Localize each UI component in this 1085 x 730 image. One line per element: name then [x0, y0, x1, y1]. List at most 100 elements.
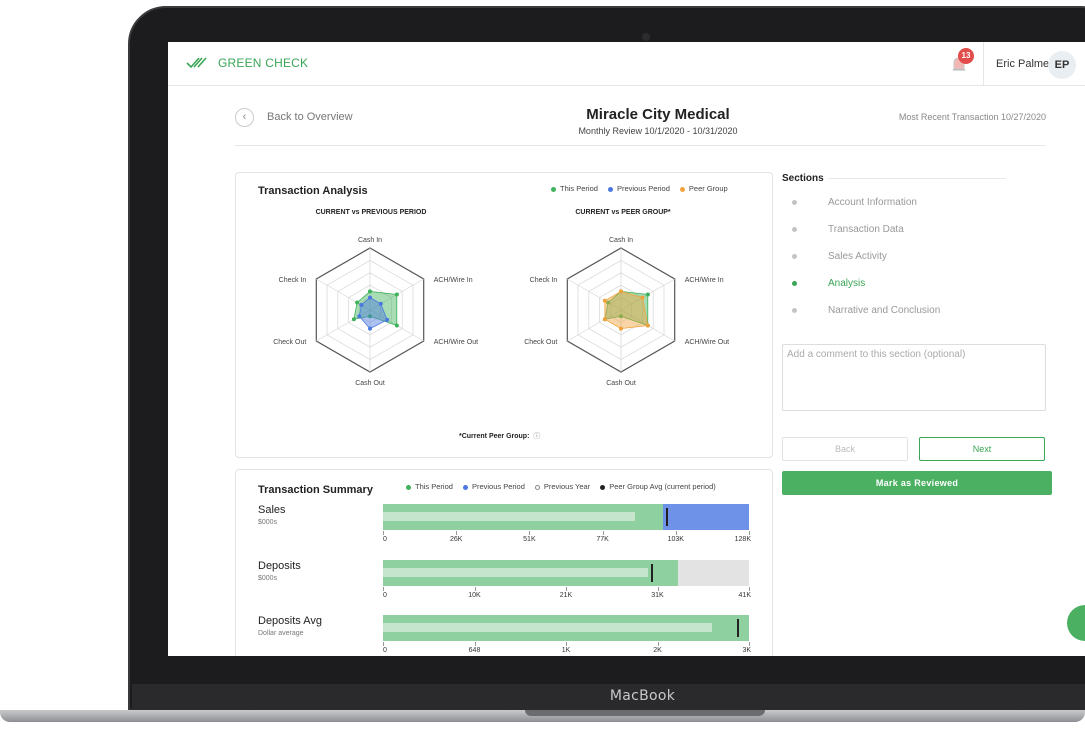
tick-mark: [566, 587, 567, 591]
radar-axis-label: ACH/Wire In: [434, 277, 473, 284]
app-screen: GREEN CHECK 13 Eric Palmer EP ‹ Back to …: [168, 42, 1085, 656]
summary-title: Transaction Summary: [258, 484, 373, 496]
avatar[interactable]: EP: [1048, 51, 1076, 79]
summary-row-unit: Dollar average: [258, 630, 304, 637]
section-label: Narrative and Conclusion: [828, 305, 941, 316]
chat-fab-button[interactable]: [1067, 605, 1085, 641]
sections-divider: [828, 178, 1006, 179]
radar-point: [640, 295, 645, 300]
peer-avg-marker: [666, 508, 669, 526]
sections-title: Sections: [782, 173, 824, 184]
tick-label: 0: [383, 592, 387, 599]
summary-row-title: Deposits: [258, 560, 301, 572]
tick-label: 41K: [738, 592, 751, 599]
legend-label: Previous Year: [543, 482, 591, 491]
app-logo[interactable]: GREEN CHECK: [186, 56, 308, 70]
tick-mark: [383, 642, 384, 646]
radar-point: [355, 300, 360, 305]
header-divider: [235, 145, 1046, 146]
summary-legend: This Period Previous Period Previous Yea…: [406, 482, 716, 491]
tick-label: 0: [383, 536, 387, 543]
device-brand: MacBook: [609, 688, 676, 704]
tick-label: 21K: [559, 592, 573, 599]
tick-mark: [749, 531, 750, 535]
tick-label: 648: [468, 647, 481, 654]
radar-point: [359, 303, 364, 308]
radar-point: [368, 295, 372, 300]
radar-axis-label: Check In: [279, 277, 307, 284]
notification-badge: 13: [958, 48, 974, 64]
legend-label: This Period: [415, 482, 453, 491]
next-button[interactable]: Next: [919, 437, 1045, 461]
radar-point: [394, 292, 399, 297]
tick-mark: [749, 587, 750, 591]
back-chevron-icon[interactable]: ‹: [235, 108, 254, 127]
section-item-transaction-data[interactable]: Transaction Data: [792, 224, 904, 235]
legend-previous-year: Previous Year: [534, 482, 591, 491]
peer-avg-marker: [650, 564, 653, 582]
summary-row-unit: $000s: [258, 519, 278, 526]
tick-label: 2K: [653, 647, 662, 654]
section-label: Transaction Data: [828, 224, 904, 235]
legend-peer-group: Peer Group: [679, 184, 728, 193]
legend-this-period: This Period: [551, 184, 598, 193]
tick-mark: [383, 531, 384, 535]
tick-mark: [566, 642, 567, 646]
radar-point: [351, 317, 356, 322]
radar-point: [602, 298, 607, 303]
radar-chart-peer: Cash In ACH/Wire In ACH/Wire Out Cash Out Ch…: [524, 237, 729, 387]
summary-row-title: Sales: [258, 504, 286, 516]
mark-as-reviewed-button[interactable]: Mark as Reviewed: [782, 471, 1052, 495]
radar-chart-previous: Cash In ACH/Wire In ACH/Wire Out Cash Out Ch…: [273, 237, 478, 387]
peer-group-note: *Current Peer Group: ⓘ: [459, 431, 540, 441]
tick-label: 10K: [468, 592, 481, 599]
back-to-overview-link[interactable]: Back to Overview: [267, 111, 353, 123]
tick-mark: [529, 531, 531, 535]
tick-mark: [602, 531, 604, 535]
inner-band: [383, 512, 636, 521]
radar-point: [645, 292, 650, 297]
chart-title-previous: CURRENT vs PREVIOUS PERIOD: [315, 209, 427, 216]
radar-axis-label: Cash Out: [355, 380, 385, 387]
section-item-sales-activity[interactable]: Sales Activity: [792, 251, 887, 262]
peer-avg-marker: [736, 619, 739, 637]
tick-mark: [456, 531, 458, 535]
comment-field[interactable]: Add a comment to this section (optional): [782, 344, 1046, 411]
back-button[interactable]: Back: [782, 437, 908, 461]
bullet-icon: [792, 308, 797, 313]
tick-label: 26K: [449, 536, 463, 543]
radar-axis-label: Cash Out: [606, 380, 636, 387]
section-item-narrative[interactable]: Narrative and Conclusion: [792, 305, 940, 316]
page-subtitle: Monthly Review 10/1/2020 - 10/31/2020: [578, 126, 738, 136]
tick-mark: [474, 642, 476, 646]
radar-axis-label: Cash In: [358, 237, 382, 244]
legend-previous-period: Previous Period: [462, 482, 525, 491]
page-title: Miracle City Medical: [586, 106, 730, 123]
radar-point: [385, 317, 390, 322]
laptop-notch: [525, 710, 765, 716]
radar-point: [645, 323, 650, 328]
recent-transaction: Most Recent Transaction 10/27/2020: [898, 112, 1046, 122]
green-check-logo-icon: [186, 57, 207, 69]
radar-point: [602, 317, 607, 322]
bullet-icon: [792, 281, 797, 286]
section-label: Analysis: [828, 278, 866, 289]
radar-axis-label: Check Out: [524, 339, 557, 346]
transaction-summary-card: Transaction Summary This Period Previous…: [235, 469, 773, 656]
stage: MacBook GREEN CHECK 13 Eric Palmer EP ‹ …: [0, 0, 1085, 730]
info-icon[interactable]: ⓘ: [533, 433, 540, 440]
tick-label: 128K: [734, 536, 751, 543]
peer-note-text: *Current Peer Group:: [459, 433, 530, 440]
section-item-analysis[interactable]: Analysis: [792, 278, 865, 289]
radar-point: [619, 326, 623, 331]
tick-mark: [657, 587, 659, 591]
section-item-account-information[interactable]: Account Information: [792, 197, 917, 208]
bullet-icon: [792, 254, 797, 259]
logo-text: GREEN CHECK: [218, 56, 309, 70]
user-name[interactable]: Eric Palmer: [996, 58, 1053, 70]
tick-label: 3K: [742, 647, 751, 654]
tick-label: 31K: [651, 592, 664, 599]
radar-axis-label: ACH/Wire Out: [434, 339, 478, 346]
radar-axis-label: Check Out: [273, 339, 306, 346]
radar-axis-label: ACH/Wire In: [685, 277, 724, 284]
